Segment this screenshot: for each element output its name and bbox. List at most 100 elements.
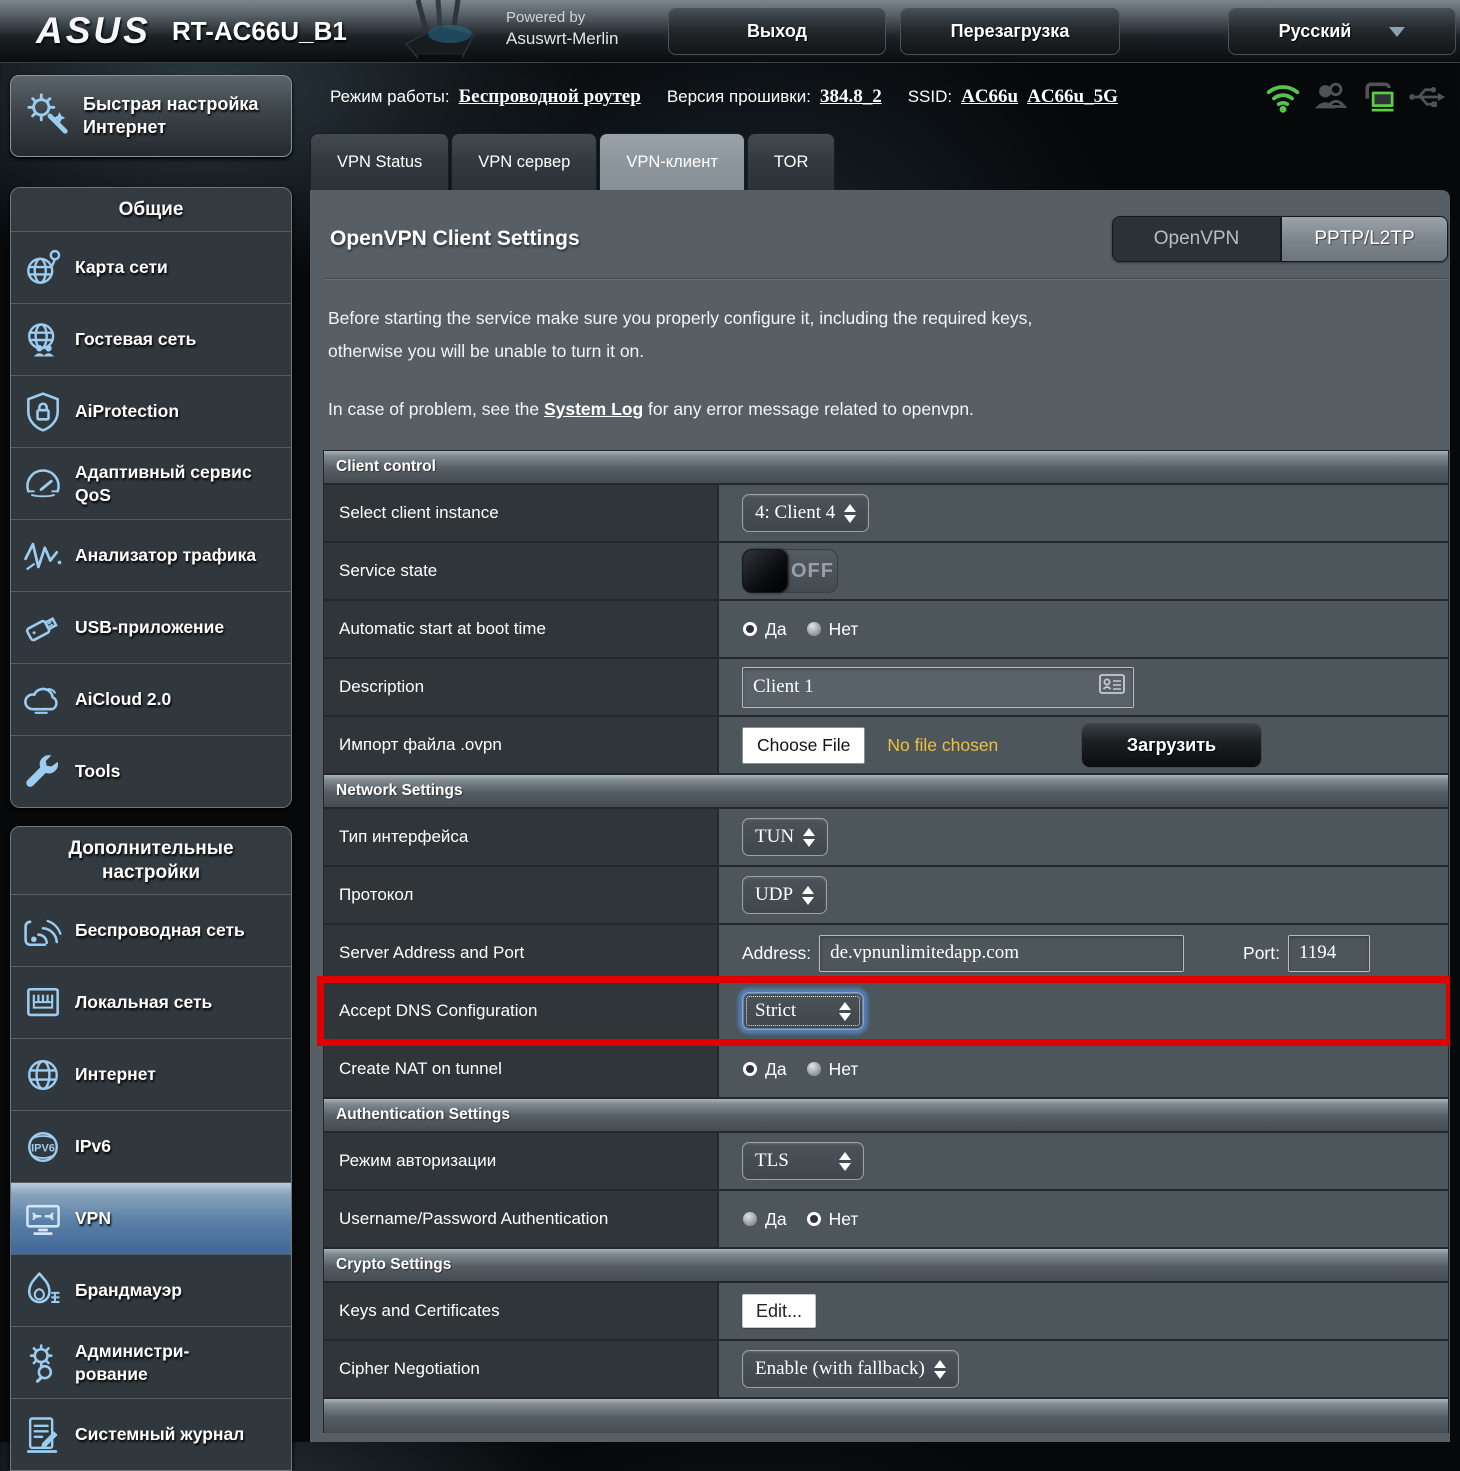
- sidebar-item-vpn[interactable]: VPN: [11, 1182, 291, 1254]
- address-label: Address:: [742, 943, 811, 964]
- create-nat-yes-radio[interactable]: [742, 1061, 758, 1077]
- protocol-select[interactable]: UDP: [742, 876, 827, 914]
- usb-status-icon[interactable]: [1408, 76, 1446, 118]
- tab-vpn-server[interactable]: VPN сервер: [451, 133, 597, 190]
- row-import-ovpn: Импорт файла .ovpn Choose File No file c…: [324, 717, 1448, 775]
- client-instance-select[interactable]: 4: Client 4: [742, 494, 869, 532]
- row-auto-start: Automatic start at boot time Да Нет: [324, 601, 1448, 659]
- edit-keys-button[interactable]: Edit...: [742, 1294, 816, 1328]
- sidebar-item-label: Карта сети: [75, 256, 174, 279]
- sidebar-item-ipv6[interactable]: IPV6 IPv6: [11, 1110, 291, 1182]
- userpass-auth-label: Username/Password Authentication: [324, 1191, 719, 1247]
- accept-dns-select[interactable]: Strict: [742, 992, 864, 1030]
- monitor-status-icon[interactable]: [1360, 76, 1398, 118]
- sidebar-item-usb-application[interactable]: USB-приложение: [11, 591, 291, 663]
- protocol-value: UDP: [755, 884, 793, 906]
- logout-button[interactable]: Выход: [668, 8, 886, 55]
- yes-label: Да: [765, 1209, 787, 1230]
- sidebar-item-aiprotection[interactable]: AiProtection: [11, 375, 291, 447]
- sidebar-item-lan[interactable]: Локальная сеть: [11, 966, 291, 1038]
- sidebar-item-wireless[interactable]: Беспроводная сеть: [11, 894, 291, 966]
- sidebar-item-label: Гостевая сеть: [75, 328, 202, 351]
- ssid-link-24g[interactable]: AC66u: [961, 86, 1018, 108]
- server-port-input[interactable]: 1194: [1288, 935, 1370, 972]
- sidebar-item-guest-network[interactable]: Гостевая сеть: [11, 303, 291, 375]
- clients-status-icon[interactable]: [1312, 76, 1350, 118]
- wifi-status-icon[interactable]: [1264, 76, 1302, 118]
- sidebar-item-system-log[interactable]: Системный журнал: [11, 1398, 291, 1470]
- contact-card-icon: [1099, 674, 1125, 700]
- status-icons: [1264, 76, 1446, 118]
- ipv6-icon: IPV6: [11, 1125, 75, 1169]
- powered-by-line2: Asuswrt-Merlin: [506, 29, 618, 49]
- auth-mode-value: TLS: [755, 1150, 789, 1172]
- router-image: [388, 0, 503, 67]
- problem-suffix: for any error message related to openvpn…: [643, 399, 974, 419]
- sidebar-item-firewall[interactable]: Брандмауэр: [11, 1254, 291, 1326]
- sidebar-item-aicloud[interactable]: AiCloud 2.0: [11, 663, 291, 735]
- admin-gear-icon: [11, 1341, 75, 1385]
- sidebar-item-network-map[interactable]: Карта сети: [11, 231, 291, 303]
- openvpn-type-button[interactable]: OpenVPN: [1113, 217, 1280, 261]
- sidebar-item-traffic-analyzer[interactable]: Анализатор трафика: [11, 519, 291, 591]
- interface-type-select[interactable]: TUN: [742, 818, 828, 856]
- auth-mode-select[interactable]: TLS: [742, 1142, 864, 1180]
- traffic-analyzer-icon: [11, 534, 75, 578]
- upload-button[interactable]: Загрузить: [1081, 723, 1262, 768]
- auto-start-label: Automatic start at boot time: [324, 601, 719, 657]
- sidebar-item-label: Брандмауэр: [75, 1279, 188, 1302]
- service-state-toggle[interactable]: OFF: [742, 549, 838, 593]
- description-value: Client 1: [753, 676, 814, 698]
- auto-start-yes-radio[interactable]: [742, 621, 758, 637]
- intro-line2: otherwise you will be unable to turn it …: [328, 335, 1450, 368]
- interface-type-value: TUN: [755, 826, 794, 848]
- cipher-negotiation-label: Cipher Negotiation: [324, 1341, 719, 1397]
- intro-text: Before starting the service make sure yo…: [328, 302, 1450, 368]
- row-cipher-negotiation: Cipher Negotiation Enable (with fallback…: [324, 1341, 1448, 1399]
- create-nat-no-radio[interactable]: [806, 1061, 822, 1077]
- cipher-negotiation-select[interactable]: Enable (with fallback): [742, 1350, 959, 1388]
- row-protocol: Протокол UDP: [324, 867, 1448, 925]
- main-panel: OpenVPN Client Settings OpenVPN PPTP/L2T…: [310, 190, 1450, 1442]
- sidebar-item-wan[interactable]: Интернет: [11, 1038, 291, 1110]
- server-address-input[interactable]: de.vpnunlimitedapp.com: [819, 935, 1184, 972]
- userpass-yes-radio[interactable]: [742, 1211, 758, 1227]
- port-label: Port:: [1243, 943, 1280, 964]
- sidebar-section-general: Общие Карта сети: [10, 187, 292, 808]
- language-dropdown[interactable]: Русский: [1228, 8, 1456, 55]
- row-userpass-auth: Username/Password Authentication Да Нет: [324, 1191, 1448, 1249]
- auto-start-no-radio[interactable]: [806, 621, 822, 637]
- mode-link[interactable]: Беспроводной роутер: [459, 86, 641, 108]
- sidebar-item-administration[interactable]: Администри-рование: [11, 1326, 291, 1398]
- toggle-state-text: OFF: [788, 560, 837, 583]
- sidebar-item-qos[interactable]: Адаптивный сервис QoS: [11, 447, 291, 519]
- tab-vpn-client[interactable]: VPN-клиент: [599, 133, 745, 190]
- choose-file-button[interactable]: Choose File: [742, 727, 865, 764]
- userpass-no-radio[interactable]: [806, 1211, 822, 1227]
- yes-label: Да: [765, 1059, 787, 1080]
- quick-setup-button[interactable]: Быстрая настройка Интернет: [10, 75, 292, 157]
- tab-tor[interactable]: TOR: [747, 133, 836, 190]
- tab-vpn-status[interactable]: VPN Status: [310, 133, 449, 190]
- pptp-l2tp-type-button[interactable]: PPTP/L2TP: [1280, 217, 1447, 261]
- row-accept-dns: Accept DNS Configuration Strict: [324, 983, 1448, 1041]
- internet-globe-icon: [11, 1053, 75, 1097]
- sidebar-item-label: Адаптивный сервис QoS: [75, 461, 291, 507]
- section-title-general: Общие: [11, 188, 291, 231]
- vpn-tabs: VPN Status VPN сервер VPN-клиент TOR: [310, 133, 835, 190]
- accept-dns-value: Strict: [755, 1000, 796, 1022]
- reboot-button[interactable]: Перезагрузка: [900, 8, 1120, 55]
- select-client-label: Select client instance: [324, 485, 719, 541]
- description-input[interactable]: Client 1: [742, 667, 1134, 708]
- select-arrows-icon: [934, 1360, 946, 1379]
- select-arrows-icon: [802, 886, 814, 905]
- svg-text:IPV6: IPV6: [31, 1142, 55, 1154]
- sidebar-item-label: Администри-рование: [75, 1340, 225, 1386]
- system-log-link[interactable]: System Log: [544, 399, 643, 419]
- sidebar-item-tools[interactable]: Tools: [11, 735, 291, 807]
- ssid-link-5g[interactable]: AC66u_5G: [1027, 86, 1118, 108]
- cipher-negotiation-value: Enable (with fallback): [755, 1358, 925, 1380]
- quick-setup-label: Быстрая настройка Интернет: [83, 93, 288, 139]
- sidebar-item-label: AiCloud 2.0: [75, 688, 177, 711]
- firmware-link[interactable]: 384.8_2: [820, 86, 882, 108]
